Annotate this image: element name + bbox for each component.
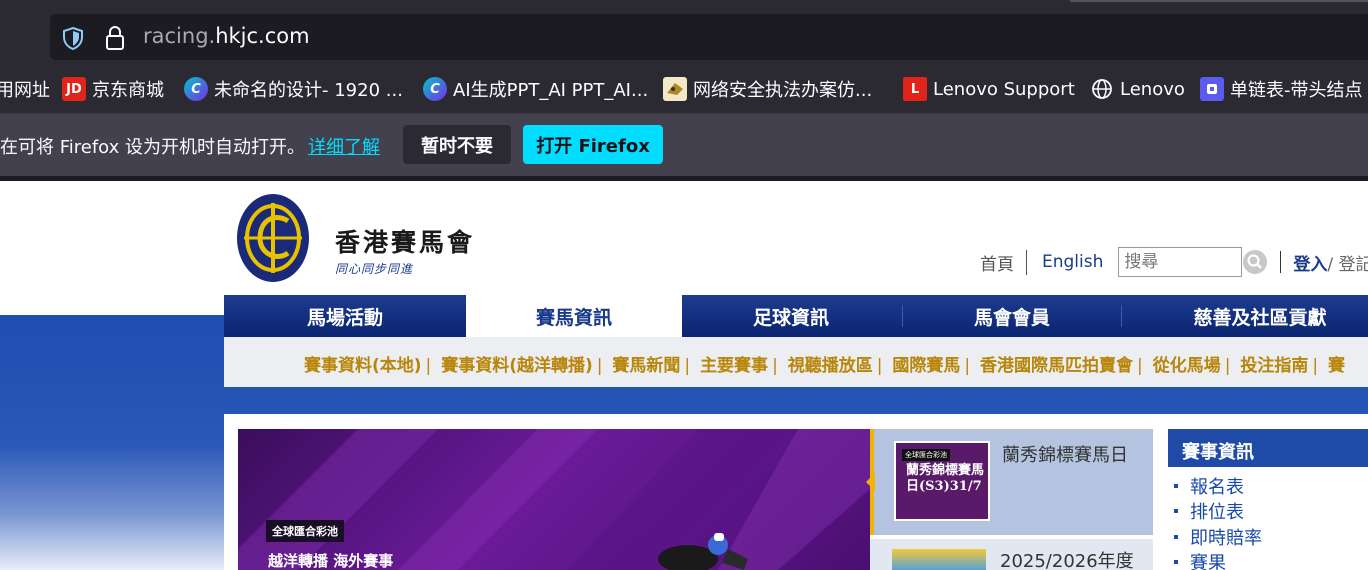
banner-title: 越洋轉播 海外賽事 [268,552,394,570]
tab-racecourse-activities[interactable]: 馬場活動 [224,295,466,337]
event-thumbnail [892,549,986,570]
list-item[interactable]: 報名表 [1174,473,1262,499]
bookmark-security[interactable]: 网络安全执法办案仿... [663,76,872,102]
bookmark-label: Lenovo Support [933,78,1075,100]
race-info-box: 賽事資訊 報名表 排位表 即時賠率 賽果 [1168,429,1368,570]
racecard-link[interactable]: 排位表 [1190,498,1244,524]
bookmark-label: AI生成PPT_AI PPT_AI... [453,80,649,101]
emblem-icon [663,77,687,101]
top-links: 首頁 English 登入 / 登記 [980,247,1368,277]
url-text[interactable]: racing.hkjc.com [143,24,310,48]
event-item[interactable]: 2025/2026年度 [870,539,1153,570]
search-icon[interactable] [1242,249,1268,275]
race-info-links: 報名表 排位表 即時賠率 賽果 [1174,473,1262,570]
subnav-international-racing[interactable]: 國際賽馬 [892,356,960,376]
navigation-toolbar: racing.hkjc.com [0,8,1368,68]
live-odds-link[interactable]: 即時賠率 [1190,524,1262,550]
web-page: 香港賽馬會 同心同步同進 首頁 English 登入 / 登記 馬場活動 賽馬資… [0,181,1368,570]
url-subdomain: racing. [143,24,216,48]
learn-more-link[interactable]: 详细了解 [308,133,380,159]
bookmark-label: 网络安全执法办案仿... [693,80,873,101]
canva-icon: C [423,77,447,101]
list-item[interactable]: 即時賠率 [1174,524,1262,550]
bullet-icon [1174,560,1178,565]
address-bar[interactable]: racing.hkjc.com [50,14,1368,60]
banner-pattern [238,429,870,570]
entries-link[interactable]: 報名表 [1190,473,1244,499]
list-item[interactable]: 排位表 [1174,499,1262,525]
lenovo-icon: L [903,77,927,101]
subnav-betting-guide[interactable]: 投注指南 [1240,356,1308,376]
subnav-media-zone[interactable]: 視聽播放區 [788,356,873,376]
bookmarks-toolbar: 用网址 JD 京东商城 C 未命名的设计- 1920 ... C AI生成PPT… [0,68,1368,114]
subnav-local-racing[interactable]: 賽事資料(本地) [304,356,422,376]
brand-name[interactable]: 香港賽馬會 [335,223,475,259]
subnav-racing-news[interactable]: 賽馬新聞 [612,356,680,376]
subnav-simulcast-racing[interactable]: 賽事資料(越洋轉播) [441,356,593,376]
login-link[interactable]: 登入 [1293,250,1327,275]
tab-racing-info[interactable]: 賽馬資訊 [466,295,682,337]
sub-nav-items: 賽事資料(本地) | 賽事資料(越洋轉播) | 賽馬新聞 | 主要賽事 | 視聽播放區 |… [304,356,1345,376]
bookmark-jd[interactable]: JD 京东商城 [62,76,164,102]
subnav-more[interactable]: 賽 [1328,356,1345,376]
bullet-icon [1174,483,1178,488]
bullet-icon [1174,534,1178,539]
bookmark-item[interactable]: 用网址 [0,76,50,102]
event-item[interactable]: 全球匯合彩池 蘭秀錦標賽馬日(S3)31/7 蘭秀錦標賽馬日 [866,429,1153,535]
tab-strip [0,0,1368,8]
tracking-protection-shield-icon[interactable] [62,26,84,50]
sub-nav: 賽事資料(本地) | 賽事資料(越洋轉播) | 賽馬新聞 | 主要賽事 | 視聽播放區 |… [224,337,1368,387]
bookmark-lenovo[interactable]: Lenovo [1090,76,1185,102]
event-label: 2025/2026年度 [1000,551,1134,570]
jd-icon: JD [62,77,86,101]
main-nav: 馬場活動 賽馬資訊 足球資訊 馬會會員 慈善及社區貢獻 [224,295,1368,337]
bookmark-label: 用网址 [0,80,50,101]
hero-banner[interactable]: 全球匯合彩池 越洋轉播 海外賽事 [238,429,870,570]
globe-icon [1090,77,1114,101]
notification-bar: 在可将 Firefox 设为开机时自动打开。 详细了解 暂时不要 打开 Fire… [0,114,1368,176]
subnav-major-races[interactable]: 主要賽事 [700,356,768,376]
bullet-icon [1174,509,1178,514]
register-link[interactable]: / 登記 [1327,250,1368,275]
bookmark-canva-design[interactable]: C 未命名的设计- 1920 ... [184,76,403,102]
race-info-title: 賽事資訊 [1168,429,1368,467]
tab-football-info[interactable]: 足球資訊 [682,295,900,337]
event-list: 全球匯合彩池 蘭秀錦標賽馬日(S3)31/7 蘭秀錦標賽馬日 2025/2026… [866,429,1153,570]
jockey-horse-image [658,533,748,570]
url-domain: hkjc.com [215,24,310,48]
bookmark-label: 未命名的设计- 1920 ... [214,80,403,101]
thumb-tag: 全球匯合彩池 [902,449,950,461]
separator [1280,251,1282,273]
bookmark-label: Lenovo [1120,78,1185,100]
event-label: 蘭秀錦標賽馬日 [1002,445,1128,466]
list-item[interactable]: 賽果 [1174,550,1262,570]
tab-edge [1070,0,1368,2]
bookmark-label: 单链表-带头结点 [1230,80,1363,101]
bookmark-app-icon [1200,77,1224,101]
canva-icon: C [184,77,208,101]
results-link[interactable]: 賽果 [1190,549,1226,570]
search-input[interactable] [1118,247,1243,277]
bookmark-canva-ppt[interactable]: C AI生成PPT_AI PPT_AI... [423,76,648,102]
bookmark-label: 京东商城 [92,80,164,101]
open-firefox-button[interactable]: 打开 Firefox [523,125,663,164]
home-link[interactable]: 首頁 [980,249,1027,275]
english-link[interactable]: English [1027,252,1118,272]
bookmark-linked-list[interactable]: 单链表-带头结点 [1200,76,1363,102]
thumb-title: 蘭秀錦標賽馬日(S3)31/7 [906,463,985,494]
notification-message: 在可将 Firefox 设为开机时自动打开。 [0,137,306,158]
tab-membership[interactable]: 馬會會員 [903,295,1121,337]
tab-charity[interactable]: 慈善及社區貢獻 [1122,295,1368,337]
event-thumbnail: 全球匯合彩池 蘭秀錦標賽馬日(S3)31/7 [894,441,990,521]
banner-tag: 全球匯合彩池 [266,520,344,542]
hkjc-logo-icon[interactable] [236,193,310,283]
bookmark-lenovo-support[interactable]: L Lenovo Support [903,76,1075,102]
subnav-horse-auction[interactable]: 香港國際馬匹拍賣會 [980,356,1133,376]
brand-slogan: 同心同步同進 [335,262,414,276]
not-now-button[interactable]: 暂时不要 [403,125,511,164]
subnav-conghua[interactable]: 從化馬場 [1153,356,1221,376]
selected-arrow-icon [866,473,875,491]
lock-icon[interactable] [105,25,125,51]
